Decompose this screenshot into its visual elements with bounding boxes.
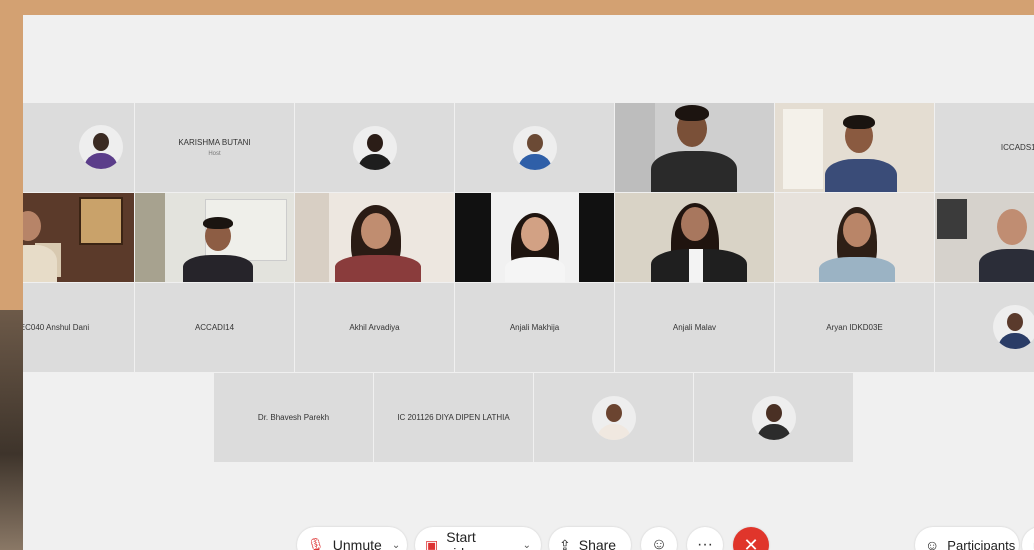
participant-name: ICCADS19 AALAN: [1000, 143, 1034, 152]
participant-tile[interactable]: Aryan IDKD03E: [775, 283, 934, 372]
participants-label: Participants: [947, 537, 1016, 550]
participant-name: EC040 Anshul Dani: [23, 323, 90, 332]
chat-button[interactable]: ▭: [1022, 527, 1034, 550]
avatar: [993, 305, 1034, 349]
share-icon: ⇪: [559, 536, 571, 550]
avatar: [751, 395, 796, 440]
meeting-toolbar: 🎙︎ Unmute ⌄ ▣ Start video ⌄ ⇪ Share ☺ ··…: [23, 527, 1034, 550]
participant-tile[interactable]: [694, 373, 853, 462]
start-video-button[interactable]: ▣ Start video ⌄: [415, 527, 541, 550]
participant-video[interactable]: [775, 193, 934, 282]
participant-tile[interactable]: EC040 Anshul Dani: [23, 283, 134, 372]
participant-name: IC 201126 DIYA DIPEN LATHIA: [397, 413, 510, 422]
participant-video[interactable]: [23, 193, 134, 282]
participant-tile[interactable]: [295, 103, 454, 192]
avatar: [591, 395, 636, 440]
participant-name: KARISHMA BUTANI: [178, 138, 251, 147]
participant-tile-host[interactable]: KARISHMA BUTANI Host: [135, 103, 294, 192]
participant-tile[interactable]: [455, 103, 614, 192]
participant-tile[interactable]: ICCADS19 AALAN: [935, 103, 1034, 192]
participant-tile[interactable]: Anjali Malav: [615, 283, 774, 372]
participant-tile[interactable]: IC 201126 DIYA DIPEN LATHIA: [374, 373, 533, 462]
start-video-label: Start video: [446, 529, 479, 550]
participant-video[interactable]: [135, 193, 294, 282]
participants-button[interactable]: ☺ Participants: [915, 527, 1019, 550]
avatar: [352, 125, 397, 170]
microphone-muted-icon: 🎙︎: [307, 536, 325, 550]
chevron-down-icon[interactable]: ⌄: [392, 540, 400, 550]
reactions-button[interactable]: ☺: [641, 527, 677, 550]
participant-tile[interactable]: ACCADI14: [135, 283, 294, 372]
participant-name: ACCADI14: [194, 323, 235, 332]
participant-video[interactable]: [615, 193, 774, 282]
unmute-button[interactable]: 🎙︎ Unmute ⌄: [297, 527, 407, 550]
participant-video[interactable]: [295, 193, 454, 282]
share-label: Share: [578, 537, 617, 550]
participant-tile[interactable]: Dr. Bhavesh Parekh: [214, 373, 373, 462]
participant-tile[interactable]: Akhil Arvadiya: [295, 283, 454, 372]
video-off-icon: ▣: [425, 536, 439, 550]
unmute-label: Unmute: [332, 537, 382, 550]
participant-tile[interactable]: [534, 373, 693, 462]
chevron-down-icon[interactable]: ⌄: [523, 540, 531, 550]
participant-name: Akhil Arvadiya: [349, 323, 400, 332]
close-icon: ✕: [743, 534, 759, 550]
participant-tile[interactable]: [935, 283, 1034, 372]
participant-video[interactable]: [775, 103, 934, 192]
smiley-icon: ☺: [650, 536, 668, 550]
more-icon: ···: [697, 536, 713, 550]
participant-video[interactable]: [615, 103, 774, 192]
participant-name: Aryan IDKD03E: [826, 323, 883, 332]
participant-tile[interactable]: Anjali Makhija: [455, 283, 614, 372]
avatar: [79, 125, 123, 169]
host-label: Host: [208, 151, 221, 157]
person-icon: ☺: [925, 537, 940, 550]
background-photo-edge: [0, 310, 23, 550]
meeting-stage: KARISHMA BUTANI Host ICCADS19 AALAN: [23, 15, 1034, 550]
share-button[interactable]: ⇪ Share: [549, 527, 631, 550]
participant-video[interactable]: [935, 193, 1034, 282]
participant-name: Anjali Malav: [672, 323, 717, 332]
more-options-button[interactable]: ···: [687, 527, 723, 550]
participant-name: Anjali Makhija: [509, 323, 560, 332]
participant-video[interactable]: [455, 193, 614, 282]
avatar: [512, 125, 557, 170]
participant-name: Dr. Bhavesh Parekh: [257, 413, 330, 422]
leave-meeting-button[interactable]: ✕: [733, 527, 769, 550]
participant-tile[interactable]: [23, 103, 134, 192]
